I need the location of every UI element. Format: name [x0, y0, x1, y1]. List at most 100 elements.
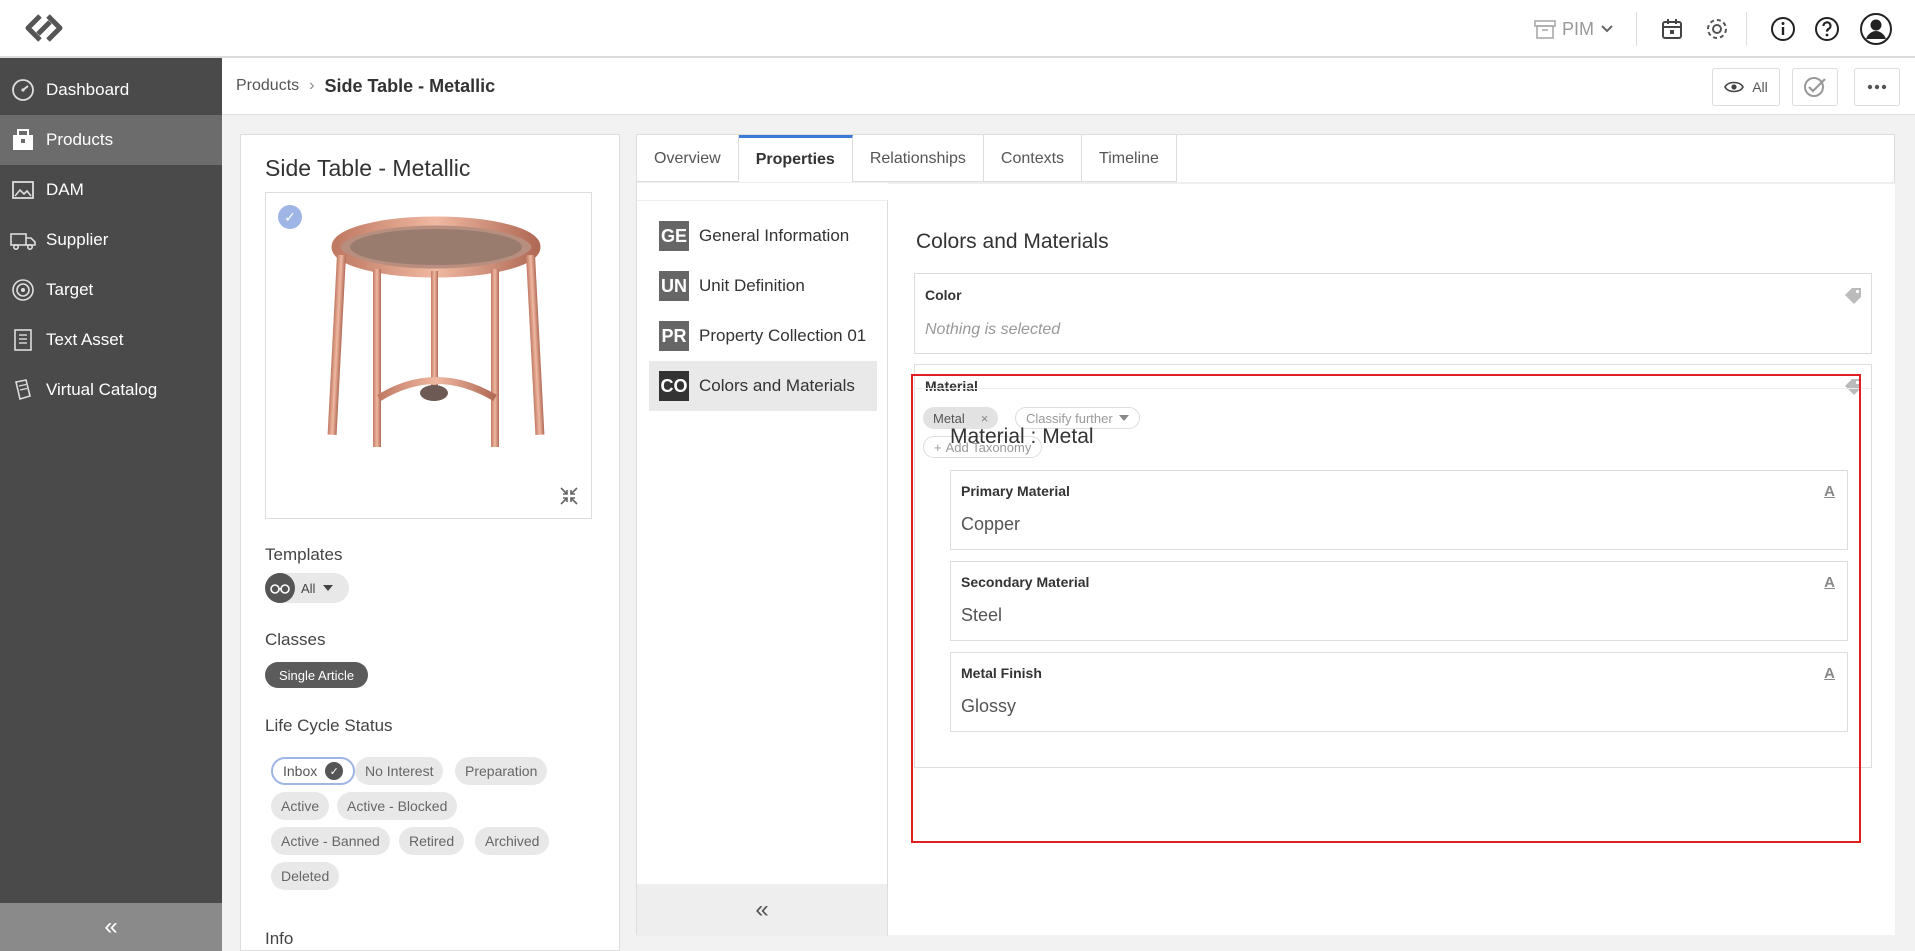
check-icon: ✓	[325, 762, 344, 780]
product-summary-card: Side Table - Metallic ✓ Templates All Cl…	[240, 134, 620, 951]
view-filter-button[interactable]: All	[1712, 68, 1780, 106]
sidebar-item-label: DAM	[46, 180, 84, 199]
logo-icon[interactable]	[20, 10, 68, 46]
sidebar-item-dashboard[interactable]: Dashboard	[0, 65, 222, 115]
document-icon	[10, 327, 36, 353]
group-colors-and-materials[interactable]: CO Colors and Materials	[649, 361, 877, 411]
sidebar-item-label: Text Asset	[46, 330, 124, 349]
tab-contexts[interactable]: Contexts	[984, 135, 1083, 182]
color-field[interactable]: Color Nothing is selected	[914, 273, 1872, 354]
breadcrumb-products-link[interactable]: Products	[236, 77, 299, 95]
view-filter-label: All	[1752, 79, 1768, 95]
group-code: UN	[659, 271, 689, 301]
lifecycle-label: Life Cycle Status	[265, 716, 393, 735]
classes-label: Classes	[265, 630, 326, 649]
primary-material-field[interactable]: Primary Material Copper A	[950, 470, 1848, 550]
tab-timeline[interactable]: Timeline	[1082, 135, 1177, 182]
collapse-groups-button[interactable]: «	[637, 884, 887, 936]
status-chip-active-blocked[interactable]: Active - Blocked	[337, 792, 458, 820]
products-icon	[10, 127, 36, 153]
details-panel: Overview Properties Relationships Contex…	[636, 134, 1896, 936]
sidebar-item-dam[interactable]: DAM	[0, 165, 222, 215]
status-chip-retired[interactable]: Retired	[399, 827, 465, 855]
group-general-information[interactable]: GE General Information	[649, 211, 877, 261]
group-code: GE	[659, 221, 689, 251]
user-icon[interactable]	[1856, 12, 1896, 46]
group-label: Unit Definition	[699, 276, 805, 295]
material-detail-card: Material : Metal Primary Material Copper…	[914, 388, 1872, 768]
status-label: Inbox	[283, 763, 318, 779]
field-value: Copper	[961, 514, 1021, 534]
sidebar-item-label: Dashboard	[46, 80, 130, 99]
tab-relationships[interactable]: Relationships	[853, 135, 984, 182]
template-value: All	[301, 580, 316, 596]
sidebar-item-text-asset[interactable]: Text Asset	[0, 315, 222, 365]
breadcrumb-current: Side Table - Metallic	[324, 75, 496, 96]
metal-finish-field[interactable]: Metal Finish Glossy A	[950, 652, 1848, 732]
class-chip[interactable]: Single Article	[265, 662, 369, 688]
sidebar-item-products[interactable]: Products	[0, 115, 222, 165]
product-image-box: ✓	[265, 192, 592, 519]
status-chip-inbox[interactable]: Inbox ✓	[271, 757, 356, 785]
target-icon	[10, 277, 36, 303]
sidebar-item-virtual-catalog[interactable]: Virtual Catalog	[0, 365, 222, 415]
collapse-sidebar-button[interactable]: «	[0, 903, 222, 951]
product-image	[327, 216, 545, 447]
caret-down-icon	[323, 585, 334, 591]
text-format-icon: A	[1824, 574, 1835, 591]
module-name: PIM	[1561, 18, 1594, 39]
property-groups-list: GE General Information UN Unit Definitio…	[637, 200, 888, 936]
color-label: Color	[925, 287, 962, 303]
status-chip-no-interest[interactable]: No Interest	[355, 757, 444, 785]
section-title: Colors and Materials	[916, 230, 1109, 253]
check-icon[interactable]: ✓	[278, 205, 302, 229]
more-options-button[interactable]	[1854, 68, 1900, 106]
group-unit-definition[interactable]: UN Unit Definition	[649, 261, 877, 311]
templates-label: Templates	[265, 545, 343, 564]
image-icon	[10, 177, 36, 203]
tab-properties[interactable]: Properties	[738, 135, 853, 182]
text-format-icon: A	[1824, 665, 1835, 682]
color-placeholder: Nothing is selected	[925, 321, 1061, 338]
top-bar: PIM	[0, 0, 1915, 58]
tab-overview[interactable]: Overview	[637, 135, 739, 182]
tag-icon[interactable]	[1843, 286, 1863, 304]
status-chip-archived[interactable]: Archived	[475, 827, 550, 855]
eye-icon	[1724, 81, 1745, 93]
archive-icon	[1534, 20, 1556, 39]
double-chevron-left-icon: «	[104, 913, 118, 940]
shrink-icon[interactable]	[559, 486, 579, 506]
sidebar-item-label: Virtual Catalog	[46, 380, 158, 399]
status-chip-active-banned[interactable]: Active - Banned	[271, 827, 390, 855]
gear-icon[interactable]	[1700, 12, 1734, 46]
text-format-icon: A	[1824, 483, 1835, 500]
calendar-icon[interactable]	[1655, 12, 1689, 46]
status-chip-preparation[interactable]: Preparation	[455, 757, 548, 785]
tab-bar: Overview Properties Relationships Contex…	[637, 135, 1177, 182]
group-label: Property Collection 01	[699, 326, 867, 345]
sidebar-item-supplier[interactable]: Supplier	[0, 215, 222, 265]
info-icon[interactable]	[1766, 12, 1800, 46]
field-value: Steel	[961, 605, 1003, 625]
secondary-material-field[interactable]: Secondary Material Steel A	[950, 561, 1848, 641]
more-horizontal-icon	[1867, 84, 1887, 90]
group-code: CO	[659, 371, 689, 401]
glasses-icon	[265, 573, 295, 603]
sidebar-item-label: Target	[46, 280, 94, 299]
approve-button[interactable]	[1792, 68, 1838, 106]
status-chip-active[interactable]: Active	[271, 792, 330, 820]
check-circle-icon	[1804, 77, 1826, 97]
material-detail-title: Material : Metal	[950, 425, 1094, 448]
template-selector[interactable]: All	[265, 573, 349, 603]
separator	[1636, 12, 1637, 46]
status-chip-deleted[interactable]: Deleted	[271, 862, 340, 890]
module-switcher[interactable]: PIM	[1528, 12, 1620, 46]
field-label: Metal Finish	[961, 665, 1042, 681]
separator	[1746, 12, 1747, 46]
product-title: Side Table - Metallic	[265, 155, 471, 181]
sidebar-item-target[interactable]: Target	[0, 265, 222, 315]
double-chevron-left-icon: «	[755, 896, 769, 923]
help-icon[interactable]	[1810, 12, 1844, 46]
properties-content: Colors and Materials Color Nothing is se…	[888, 183, 1895, 935]
group-property-collection-01[interactable]: PR Property Collection 01	[649, 311, 877, 361]
